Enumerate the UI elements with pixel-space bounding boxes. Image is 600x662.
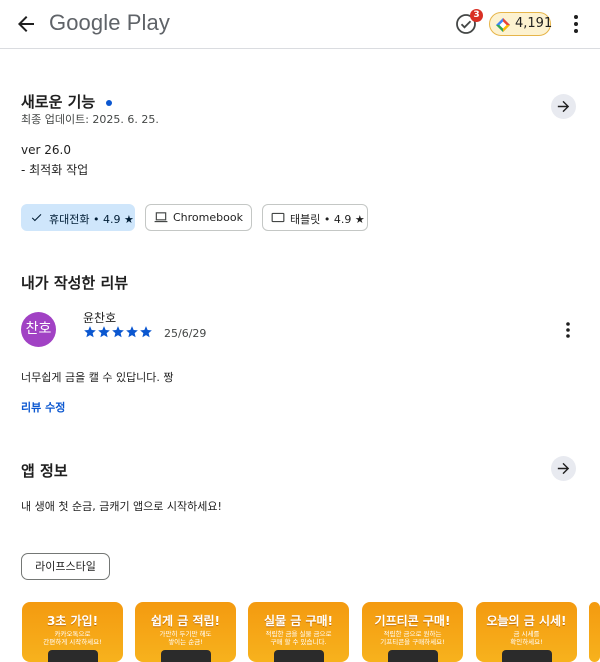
version-text: ver 26.0 xyxy=(21,143,71,157)
category-chip[interactable]: 라이프스타일 xyxy=(21,553,110,580)
app-description: 내 생애 첫 순금, 금캐기 앱으로 시작하세요! xyxy=(21,500,222,513)
arrow-forward-icon xyxy=(557,100,570,113)
app-info-arrow-button[interactable] xyxy=(551,456,576,481)
avatar: 찬호 xyxy=(21,312,56,347)
top-app-bar: Google Play 3 4,191 xyxy=(0,0,600,49)
screenshot-subtitle: 적립한 금으로 원하는 기프티콘을 구매하세요! xyxy=(380,630,445,646)
star-icon xyxy=(83,324,97,338)
screenshot-title: 오늘의 금 시세! xyxy=(486,614,567,628)
review-text: 너무쉽게 금을 캘 수 있답니다. 짱 xyxy=(21,371,174,384)
screenshot-subtitle: 금 시세를 확인하세요! xyxy=(510,630,543,646)
screenshot-card[interactable]: 3초 가입! 카카오톡으로 간편하게 시작하세요! xyxy=(22,602,123,662)
whats-new-title-text: 새로운 기능 xyxy=(21,93,96,111)
more-vert-icon[interactable] xyxy=(566,13,586,35)
screenshot-card-partial[interactable] xyxy=(589,602,600,662)
tasks-badge: 3 xyxy=(470,9,483,22)
star-icon xyxy=(111,324,125,338)
star-icon xyxy=(97,324,111,338)
device-chip-tablet[interactable]: 태블릿 • 4.9 ★ xyxy=(262,204,368,231)
device-chip-phone[interactable]: 휴대전화 • 4.9 ★ xyxy=(21,204,135,231)
screenshot-card[interactable]: 실물 금 구매! 적립한 금을 실물 금으로 구매 할 수 있습니다. xyxy=(248,602,349,662)
screenshot-title: 실물 금 구매! xyxy=(263,614,334,628)
device-chip-label: 휴대전화 • 4.9 ★ xyxy=(49,213,134,226)
star-icon xyxy=(125,324,139,338)
screenshot-subtitle: 카카오톡으로 간편하게 시작하세요! xyxy=(43,630,102,646)
play-points-chip[interactable]: 4,191 xyxy=(489,12,553,36)
check-icon xyxy=(31,214,42,222)
back-arrow-icon[interactable] xyxy=(14,12,38,36)
screenshot-title: 기프티콘 구매! xyxy=(374,614,451,628)
new-dot-icon xyxy=(106,99,113,106)
screenshot-subtitle: 적립한 금을 실물 금으로 구매 할 수 있습니다. xyxy=(265,630,332,646)
release-notes: - 최적화 작업 xyxy=(21,163,89,177)
app-title: Google Play xyxy=(49,10,170,35)
last-updated: 최종 업데이트: 2025. 6. 25. xyxy=(21,113,159,126)
tablet-icon xyxy=(271,212,285,223)
review-date: 25/6/29 xyxy=(164,327,207,340)
whats-new-title: 새로운 기능 xyxy=(21,91,113,112)
whats-new-arrow-button[interactable] xyxy=(551,94,576,119)
edit-review-link[interactable]: 리뷰 수정 xyxy=(21,399,65,415)
device-chip-label: 태블릿 • 4.9 ★ xyxy=(290,213,365,226)
app-info-title: 앱 정보 xyxy=(21,462,68,480)
screenshot-card[interactable]: 쉽게 금 적립! 가만히 두기만 해도 쌓이는 순금! xyxy=(135,602,236,662)
review-more-vert-icon[interactable] xyxy=(559,320,577,340)
screenshot-title: 3초 가입! xyxy=(46,614,99,628)
screenshot-title: 쉽게 금 적립! xyxy=(150,614,221,628)
laptop-icon xyxy=(154,212,168,223)
star-icon xyxy=(139,324,153,338)
device-chip-label: Chromebook xyxy=(173,211,243,224)
play-points-gem-icon xyxy=(496,17,510,32)
screenshot-card[interactable]: 기프티콘 구매! 적립한 금으로 원하는 기프티콘을 구매하세요! xyxy=(362,602,463,662)
screenshot-subtitle: 가만히 두기만 해도 쌓이는 순금! xyxy=(159,630,212,646)
device-chip-chromebook[interactable]: Chromebook xyxy=(145,204,252,231)
arrow-forward-icon xyxy=(557,462,570,475)
my-review-title: 내가 작성한 리뷰 xyxy=(21,274,129,292)
points-value: 4,191 xyxy=(515,16,553,31)
review-stars xyxy=(83,324,153,343)
screenshot-card[interactable]: 오늘의 금 시세! 금 시세를 확인하세요! xyxy=(476,602,577,662)
